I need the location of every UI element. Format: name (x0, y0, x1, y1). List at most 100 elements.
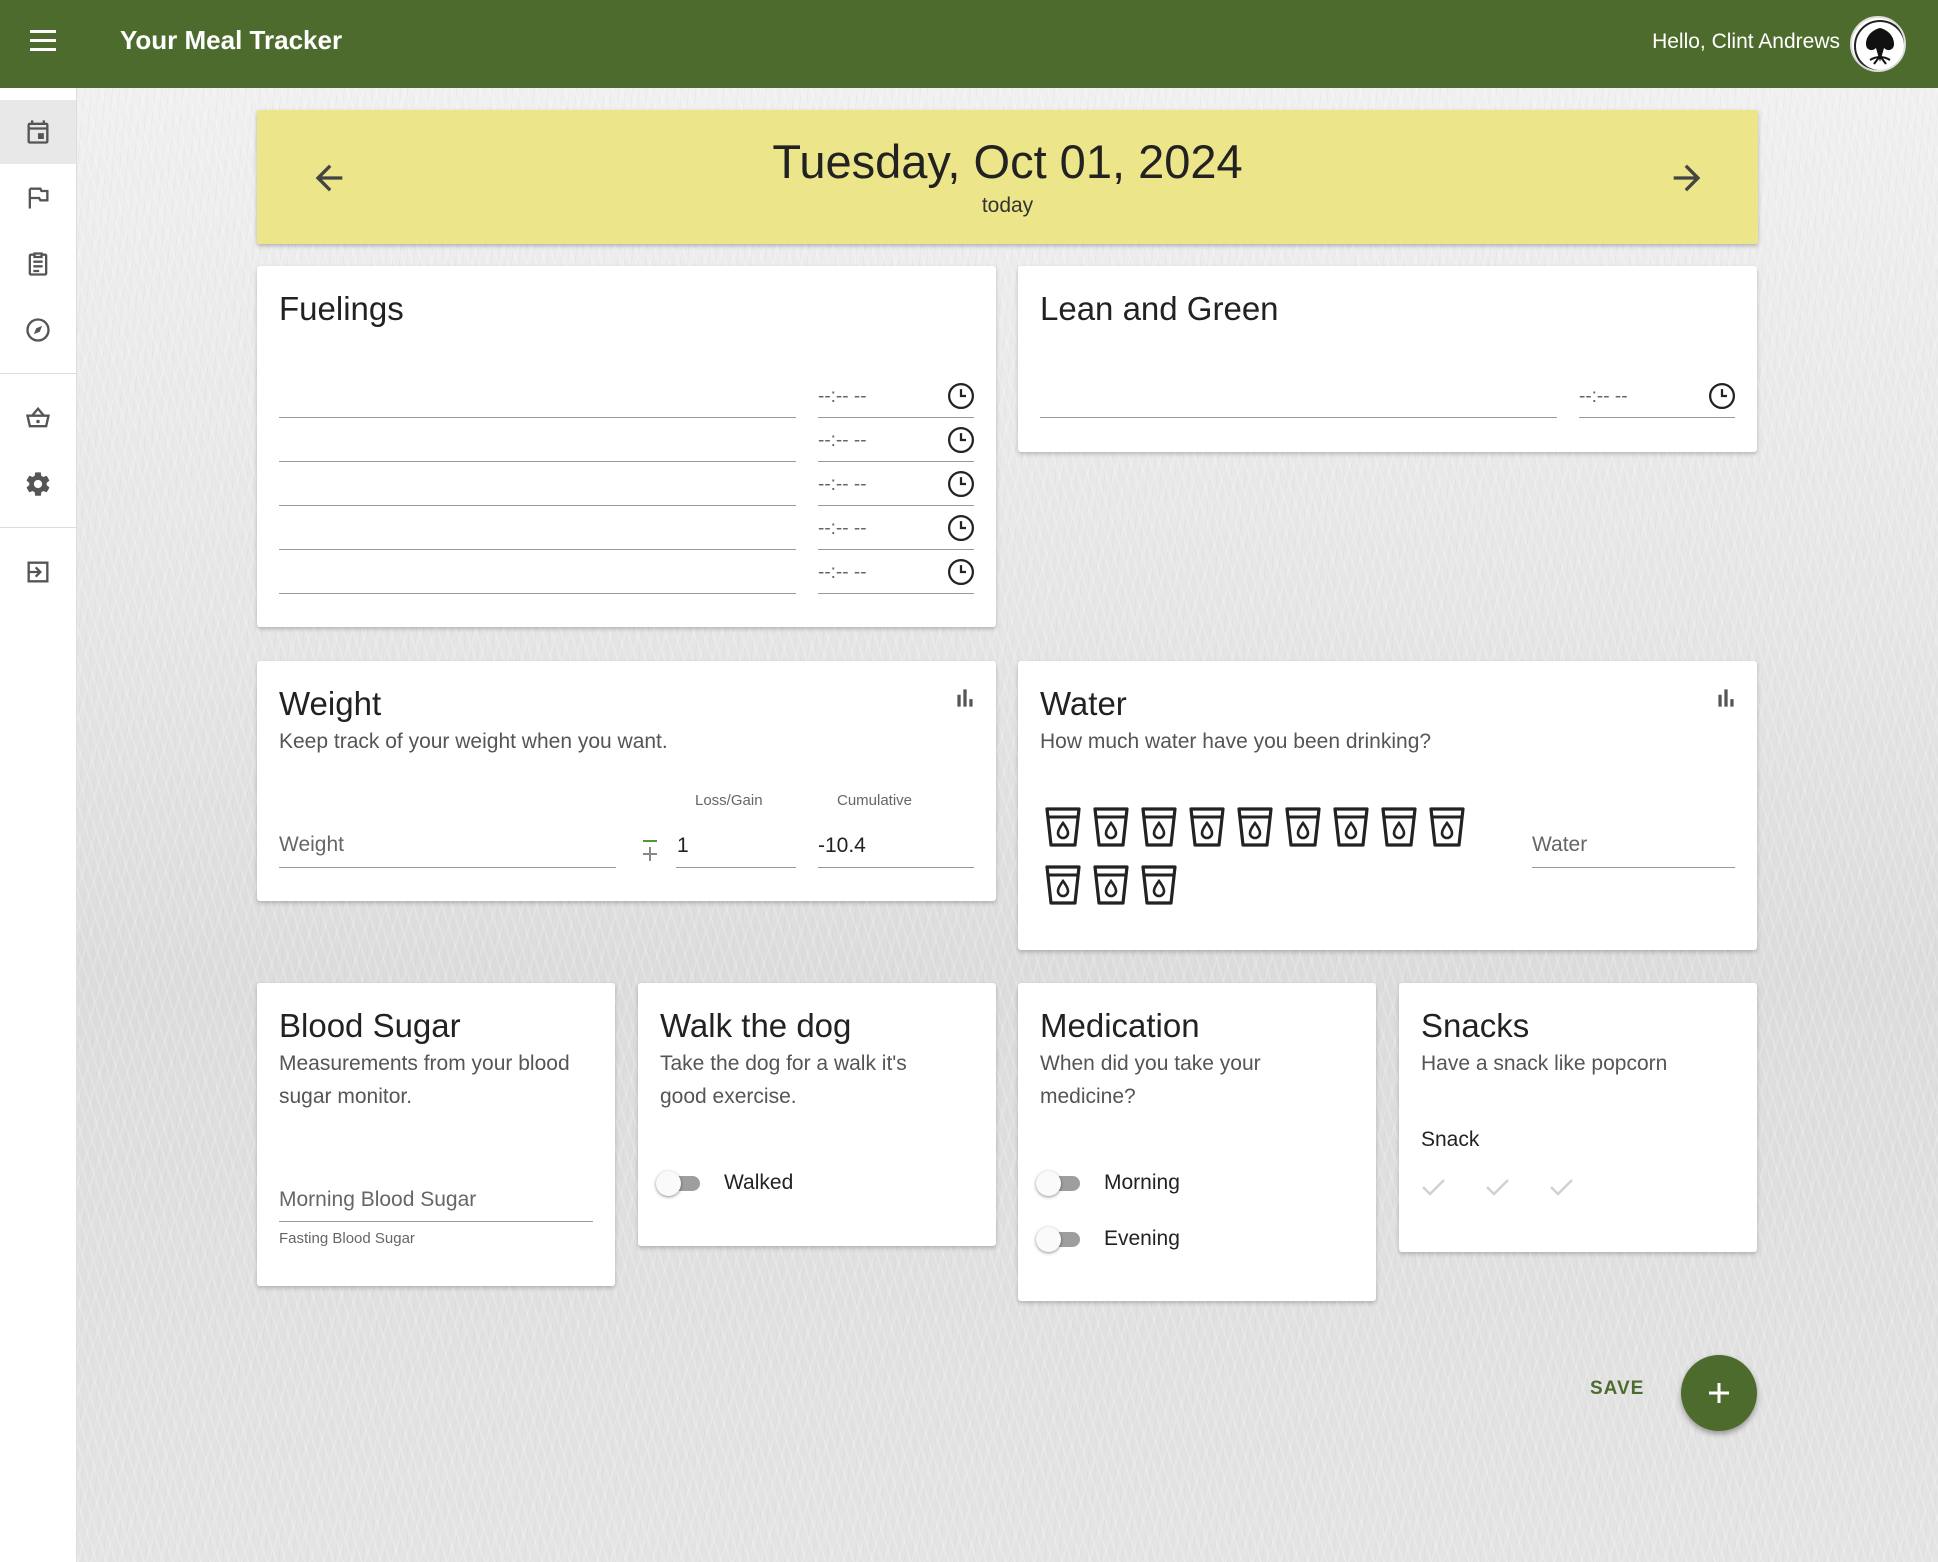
card-title: Weight (279, 685, 382, 722)
lean-green-meal-input[interactable] (1040, 417, 1557, 418)
fuelings-card: Fuelings --:-- -- --:-- -- --:-- -- --:-- -… (257, 266, 996, 627)
app-bar: Your Meal Tracker Hello, Clint Andrews (0, 0, 1938, 88)
snack-check-icon[interactable] (1547, 1175, 1575, 1199)
time-underline (818, 461, 974, 462)
current-date: Tuesday, Oct 01, 2024 (772, 135, 1243, 188)
plus-icon (1709, 1383, 1729, 1403)
water-glass-icon[interactable] (1284, 806, 1322, 848)
clock-icon[interactable] (946, 381, 976, 411)
water-glass-icon[interactable] (1332, 806, 1370, 848)
card-subtitle: When did you take your (1040, 1052, 1261, 1075)
save-button[interactable]: SAVE (1590, 1378, 1644, 1400)
compass-icon (26, 318, 50, 342)
card-subtitle: Take the dog for a walk it's (660, 1052, 907, 1075)
water-glass-icon[interactable] (1092, 806, 1130, 848)
medication-card: Medication When did you take your medici… (1018, 983, 1376, 1301)
lean-green-time-input[interactable]: --:-- -- (1579, 386, 1628, 408)
water-underline (1532, 867, 1735, 868)
fueling-input[interactable] (279, 549, 796, 550)
bar-chart-icon[interactable] (951, 685, 979, 711)
fueling-input[interactable] (279, 505, 796, 506)
card-subtitle: How much water have you been drinking? (1040, 730, 1432, 753)
add-button[interactable] (1681, 1355, 1757, 1431)
avatar[interactable] (1850, 16, 1906, 72)
card-subtitle: Keep track of your weight when you want. (279, 730, 668, 753)
nav-calendar[interactable] (0, 100, 76, 164)
arrow-right-icon (1673, 164, 1701, 192)
card-title: Fuelings (279, 290, 404, 327)
water-glass-icon[interactable] (1428, 806, 1466, 848)
walked-label: Walked (724, 1171, 794, 1194)
water-glass-icon[interactable] (1044, 806, 1082, 848)
morning-blood-sugar-input[interactable]: Morning Blood Sugar (279, 1188, 476, 1212)
cumulative-value: -10.4 (818, 834, 866, 857)
time-underline (818, 549, 974, 550)
nav-explore[interactable] (0, 298, 76, 362)
calendar-icon (27, 120, 49, 144)
clock-icon[interactable] (946, 557, 976, 587)
nav-divider (0, 373, 76, 374)
cumulative-label: Cumulative (837, 792, 913, 809)
nav-settings[interactable] (0, 452, 76, 516)
basket-icon (26, 406, 50, 428)
water-glass-icon[interactable] (1140, 864, 1178, 906)
time-underline (1579, 417, 1735, 418)
water-glass-icon[interactable] (1236, 806, 1274, 848)
fueling-time-input[interactable]: --:-- -- (818, 386, 867, 408)
clock-icon[interactable] (946, 513, 976, 543)
bar-chart-icon[interactable] (1712, 685, 1740, 711)
weight-input[interactable]: Weight (279, 833, 344, 857)
snack-label: Snack (1421, 1128, 1480, 1151)
fueling-input[interactable] (279, 593, 796, 594)
card-title: Lean and Green (1040, 290, 1279, 327)
card-title: Snacks (1421, 1007, 1530, 1044)
fueling-input[interactable] (279, 417, 796, 418)
morning-toggle[interactable] (1036, 1171, 1086, 1196)
evening-toggle[interactable] (1036, 1227, 1086, 1252)
menu-icon[interactable] (26, 30, 60, 58)
snack-check-icon[interactable] (1483, 1175, 1511, 1199)
nav-logout[interactable] (0, 540, 76, 604)
next-day-button[interactable] (1667, 158, 1707, 198)
walk-dog-card: Walk the dog Take the dog for a walk it'… (638, 983, 996, 1246)
blood-sugar-card: Blood Sugar Measurements from your blood… (257, 983, 615, 1286)
weight-card: Weight Keep track of your weight when yo… (257, 661, 996, 901)
water-glass-icon[interactable] (1092, 864, 1130, 906)
snack-check-icon[interactable] (1419, 1175, 1447, 1199)
water-glass-icon[interactable] (1188, 806, 1226, 848)
app-title: Your Meal Tracker (120, 25, 343, 55)
side-navigation (0, 88, 77, 1562)
fueling-time-input[interactable]: --:-- -- (818, 562, 867, 584)
water-glass-icon[interactable] (1140, 806, 1178, 848)
blood-sugar-underline (279, 1221, 593, 1222)
water-glass-icon[interactable] (1044, 864, 1082, 906)
clock-icon[interactable] (946, 425, 976, 455)
time-underline (818, 417, 974, 418)
user-greeting: Hello, Clint Andrews (1652, 30, 1840, 53)
nav-shopping[interactable] (0, 386, 76, 450)
card-subtitle: Measurements from your blood (279, 1052, 570, 1075)
card-title: Blood Sugar (279, 1007, 461, 1044)
nav-journal[interactable] (0, 232, 76, 296)
clock-icon[interactable] (946, 469, 976, 499)
fueling-time-input[interactable]: --:-- -- (818, 430, 867, 452)
water-glass-icon[interactable] (1380, 806, 1418, 848)
water-input[interactable]: Water (1532, 833, 1587, 857)
fueling-input[interactable] (279, 461, 796, 462)
water-card: Water How much water have you been drink… (1018, 661, 1757, 950)
clock-icon[interactable] (1707, 381, 1737, 411)
loss-gain-underline (676, 867, 796, 868)
morning-label: Morning (1104, 1171, 1180, 1194)
clipboard-icon (28, 252, 48, 276)
flag-icon (28, 187, 49, 209)
nav-goals[interactable] (0, 166, 76, 230)
loss-gain-value[interactable]: 1 (677, 834, 689, 858)
fueling-time-input[interactable]: --:-- -- (818, 518, 867, 540)
helper-text: Fasting Blood Sugar (279, 1230, 415, 1247)
gear-icon (26, 472, 50, 496)
logout-icon (27, 561, 49, 583)
fueling-time-input[interactable]: --:-- -- (818, 474, 867, 496)
walked-toggle[interactable] (656, 1171, 706, 1196)
time-underline (818, 593, 974, 594)
cumulative-underline (818, 867, 974, 868)
